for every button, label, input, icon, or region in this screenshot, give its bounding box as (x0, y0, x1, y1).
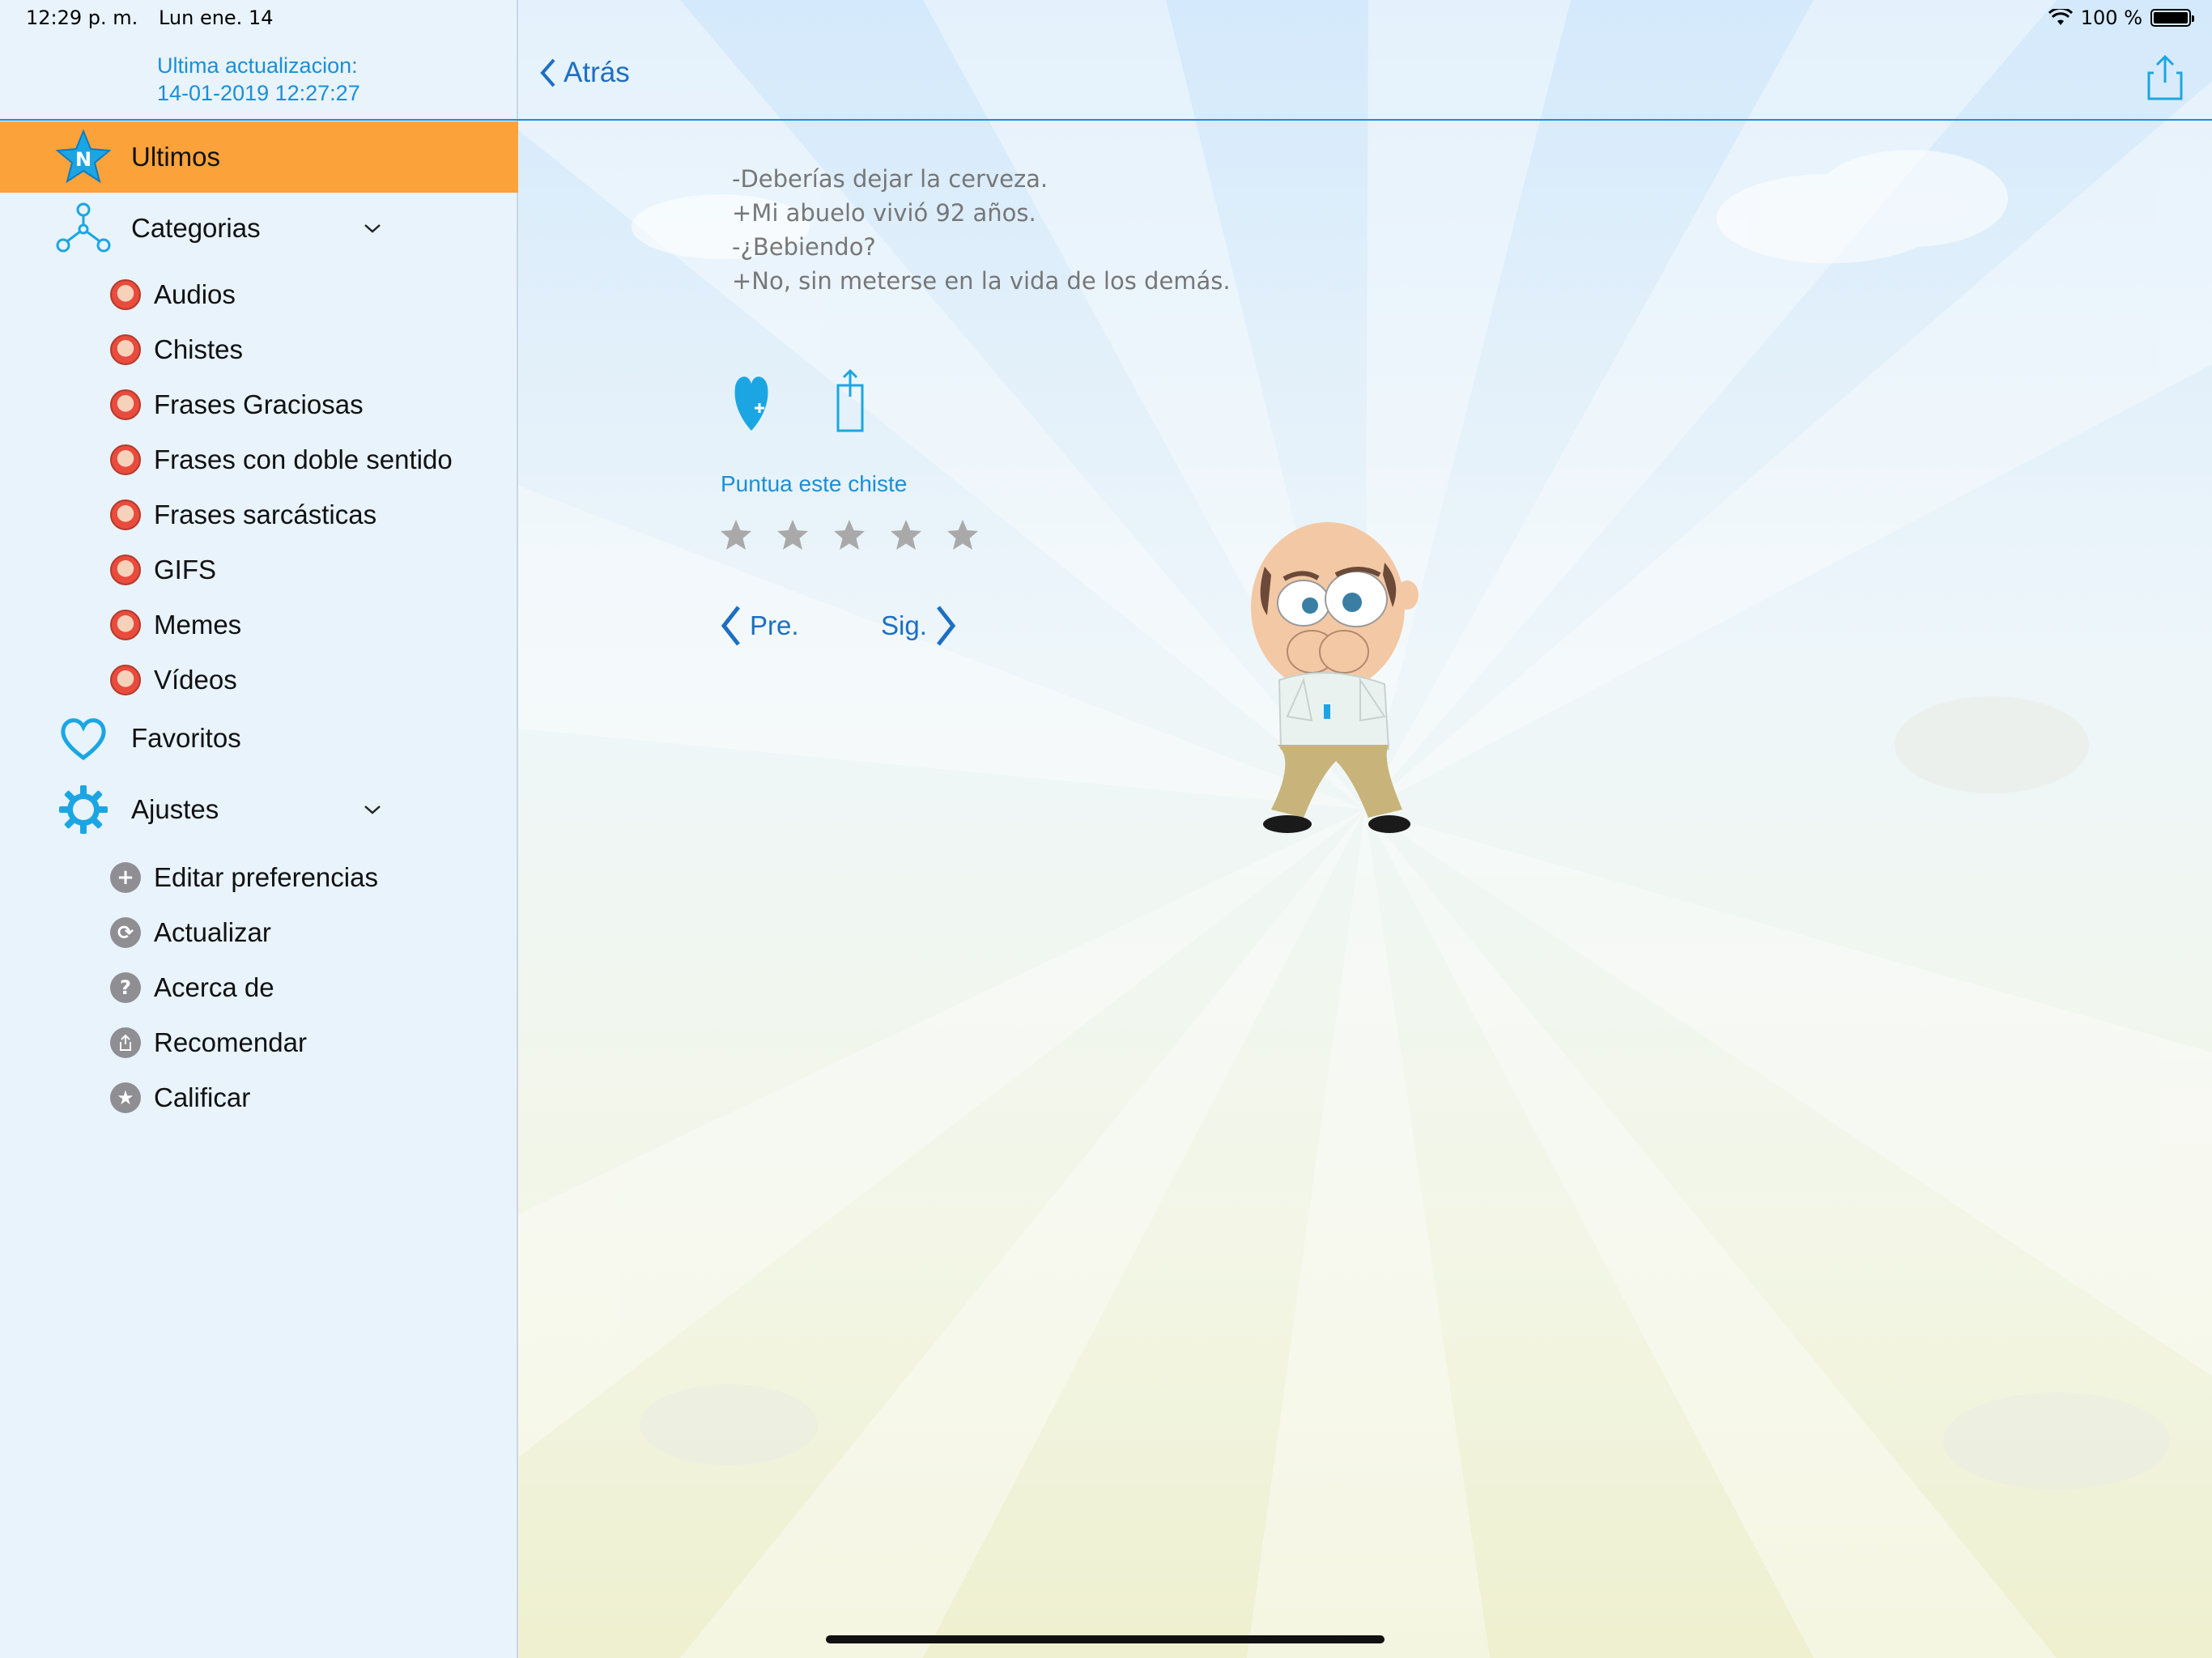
avatar-icon (110, 610, 141, 640)
avatar-icon (110, 334, 141, 365)
avatar-icon (110, 665, 141, 695)
sidebar-item-label: Frases sarcásticas (154, 500, 377, 529)
sidebar-item-label: Actualizar (154, 917, 271, 947)
chevron-down-icon[interactable] (363, 219, 382, 238)
avatar-icon (110, 500, 141, 530)
share-joke-button[interactable] (834, 369, 866, 434)
sidebar-item-categorias[interactable]: Categorias (0, 193, 518, 264)
sidebar-item-calificar[interactable]: ★ Calificar (0, 1073, 518, 1122)
rating-star-icon[interactable] (776, 518, 810, 552)
sidebar-item-label: Ajustes (131, 794, 219, 824)
battery-icon (2150, 9, 2194, 27)
sidebar-item-label: Categorias (131, 213, 261, 243)
sidebar-item-label: Vídeos (154, 665, 237, 695)
sidebar-item-acerca-de[interactable]: ? Acerca de (0, 963, 518, 1012)
chevron-left-icon (721, 606, 740, 646)
chevron-down-icon[interactable] (363, 800, 382, 819)
sidebar-item-label: Editar preferencias (154, 862, 378, 892)
sidebar-item-actualizar[interactable]: ⟳ Actualizar (0, 908, 518, 957)
back-label: Atrás (564, 57, 630, 88)
next-button[interactable]: Sig. (881, 604, 958, 648)
sidebar-item-label: Recomendar (154, 1027, 307, 1057)
prev-label: Pre. (750, 610, 799, 640)
rate-label: Puntua este chiste (721, 471, 908, 496)
last-update-label: Ultima actualizacion: (157, 53, 358, 78)
back-button[interactable]: Atrás (538, 57, 630, 89)
sidebar-item-frases-doble-sentido[interactable]: Frases con doble sentido (0, 436, 518, 484)
sidebar-item-label: Frases Graciosas (154, 389, 364, 419)
joke-line: +No, sin meterse en la vida de los demás… (732, 267, 1231, 295)
sidebar-item-recomendar[interactable]: Recomendar (0, 1018, 518, 1067)
joke-line: -Deberías dejar la cerveza. (732, 165, 1049, 193)
question-icon: ? (110, 972, 141, 1003)
status-bar-left: 12:29 p. m. Lun ene. 14 (26, 6, 287, 29)
sidebar-item-label: Frases con doble sentido (154, 444, 453, 474)
sidebar-item-label: Acerca de (154, 972, 274, 1002)
sidebar-item-audios[interactable]: Audios (0, 270, 518, 319)
star-n-icon: N (55, 129, 112, 185)
sidebar-item-label: Favoritos (131, 723, 241, 753)
last-update: Ultima actualizacion: 14-01-2019 12:27:2… (157, 52, 360, 107)
sidebar-item-videos[interactable]: Vídeos (0, 656, 518, 704)
gear-icon (55, 781, 112, 838)
next-label: Sig. (881, 610, 927, 640)
chevron-right-icon (936, 606, 956, 646)
sidebar-item-label: Audios (154, 279, 236, 309)
avatar-icon (110, 389, 141, 420)
add-favorite-button[interactable] (732, 369, 771, 434)
joke-line: +Mi abuelo vivió 92 años. (732, 199, 1036, 227)
status-date: Lun ene. 14 (158, 6, 274, 29)
share-icon (110, 1027, 141, 1058)
network-icon (55, 200, 112, 257)
sidebar-item-memes[interactable]: Memes (0, 601, 518, 649)
avatar-icon (110, 555, 141, 585)
rating-star-icon[interactable] (946, 518, 980, 552)
sidebar: 12:29 p. m. Lun ene. 14 Ultima actualiza… (0, 0, 518, 1658)
battery-percent: 100 % (2080, 6, 2142, 29)
heart-icon (55, 710, 112, 767)
star-icon: ★ (110, 1082, 141, 1113)
sidebar-item-label: Ultimos (131, 142, 221, 172)
sidebar-item-editar-preferencias[interactable]: + Editar preferencias (0, 853, 518, 902)
sidebar-item-ultimos[interactable]: N Ultimos (0, 121, 518, 193)
joke-text: -Deberías dejar la cerveza. +Mi abuelo v… (732, 162, 1231, 298)
sidebar-item-ajustes[interactable]: Ajustes (0, 774, 518, 845)
sidebar-item-chistes[interactable]: Chistes (0, 325, 518, 374)
cartoon-character-illustration (1251, 522, 1419, 833)
avatar-icon (110, 279, 141, 310)
status-time: 12:29 p. m. (26, 6, 138, 29)
last-update-value: 14-01-2019 12:27:27 (157, 81, 360, 105)
sidebar-item-frases-sarcasticas[interactable]: Frases sarcásticas (0, 491, 518, 539)
sidebar-item-label: Chistes (154, 334, 244, 364)
sidebar-item-frases-graciosas[interactable]: Frases Graciosas (0, 380, 518, 429)
joke-line: -¿Bebiendo? (732, 233, 876, 261)
wifi-icon (2048, 9, 2073, 25)
sidebar-item-label: Memes (154, 610, 242, 640)
sidebar-item-label: GIFS (154, 555, 217, 585)
sidebar-divider (0, 119, 518, 121)
sidebar-item-favoritos[interactable]: Favoritos (0, 703, 518, 774)
sidebar-item-gifs[interactable]: GIFS (0, 546, 518, 594)
prev-button[interactable]: Pre. (719, 604, 799, 648)
plus-icon: + (110, 862, 141, 893)
rating-star-icon[interactable] (832, 518, 866, 552)
nav-divider (518, 119, 2212, 121)
sidebar-item-label: Calificar (154, 1082, 251, 1112)
home-indicator (826, 1635, 1385, 1643)
avatar-icon (110, 444, 141, 475)
refresh-icon: ⟳ (110, 917, 141, 948)
share-button[interactable] (2146, 53, 2184, 102)
chevron-left-icon (540, 58, 555, 87)
status-bar-right: 100 % (2048, 6, 2194, 29)
svg-text:N: N (75, 148, 91, 171)
rating-star-icon[interactable] (889, 518, 923, 552)
rating-stars (719, 518, 980, 552)
rating-star-icon[interactable] (719, 518, 753, 552)
detail-panel: 100 % Atrás -Deberías dejar la cerveza. … (518, 0, 2212, 1658)
